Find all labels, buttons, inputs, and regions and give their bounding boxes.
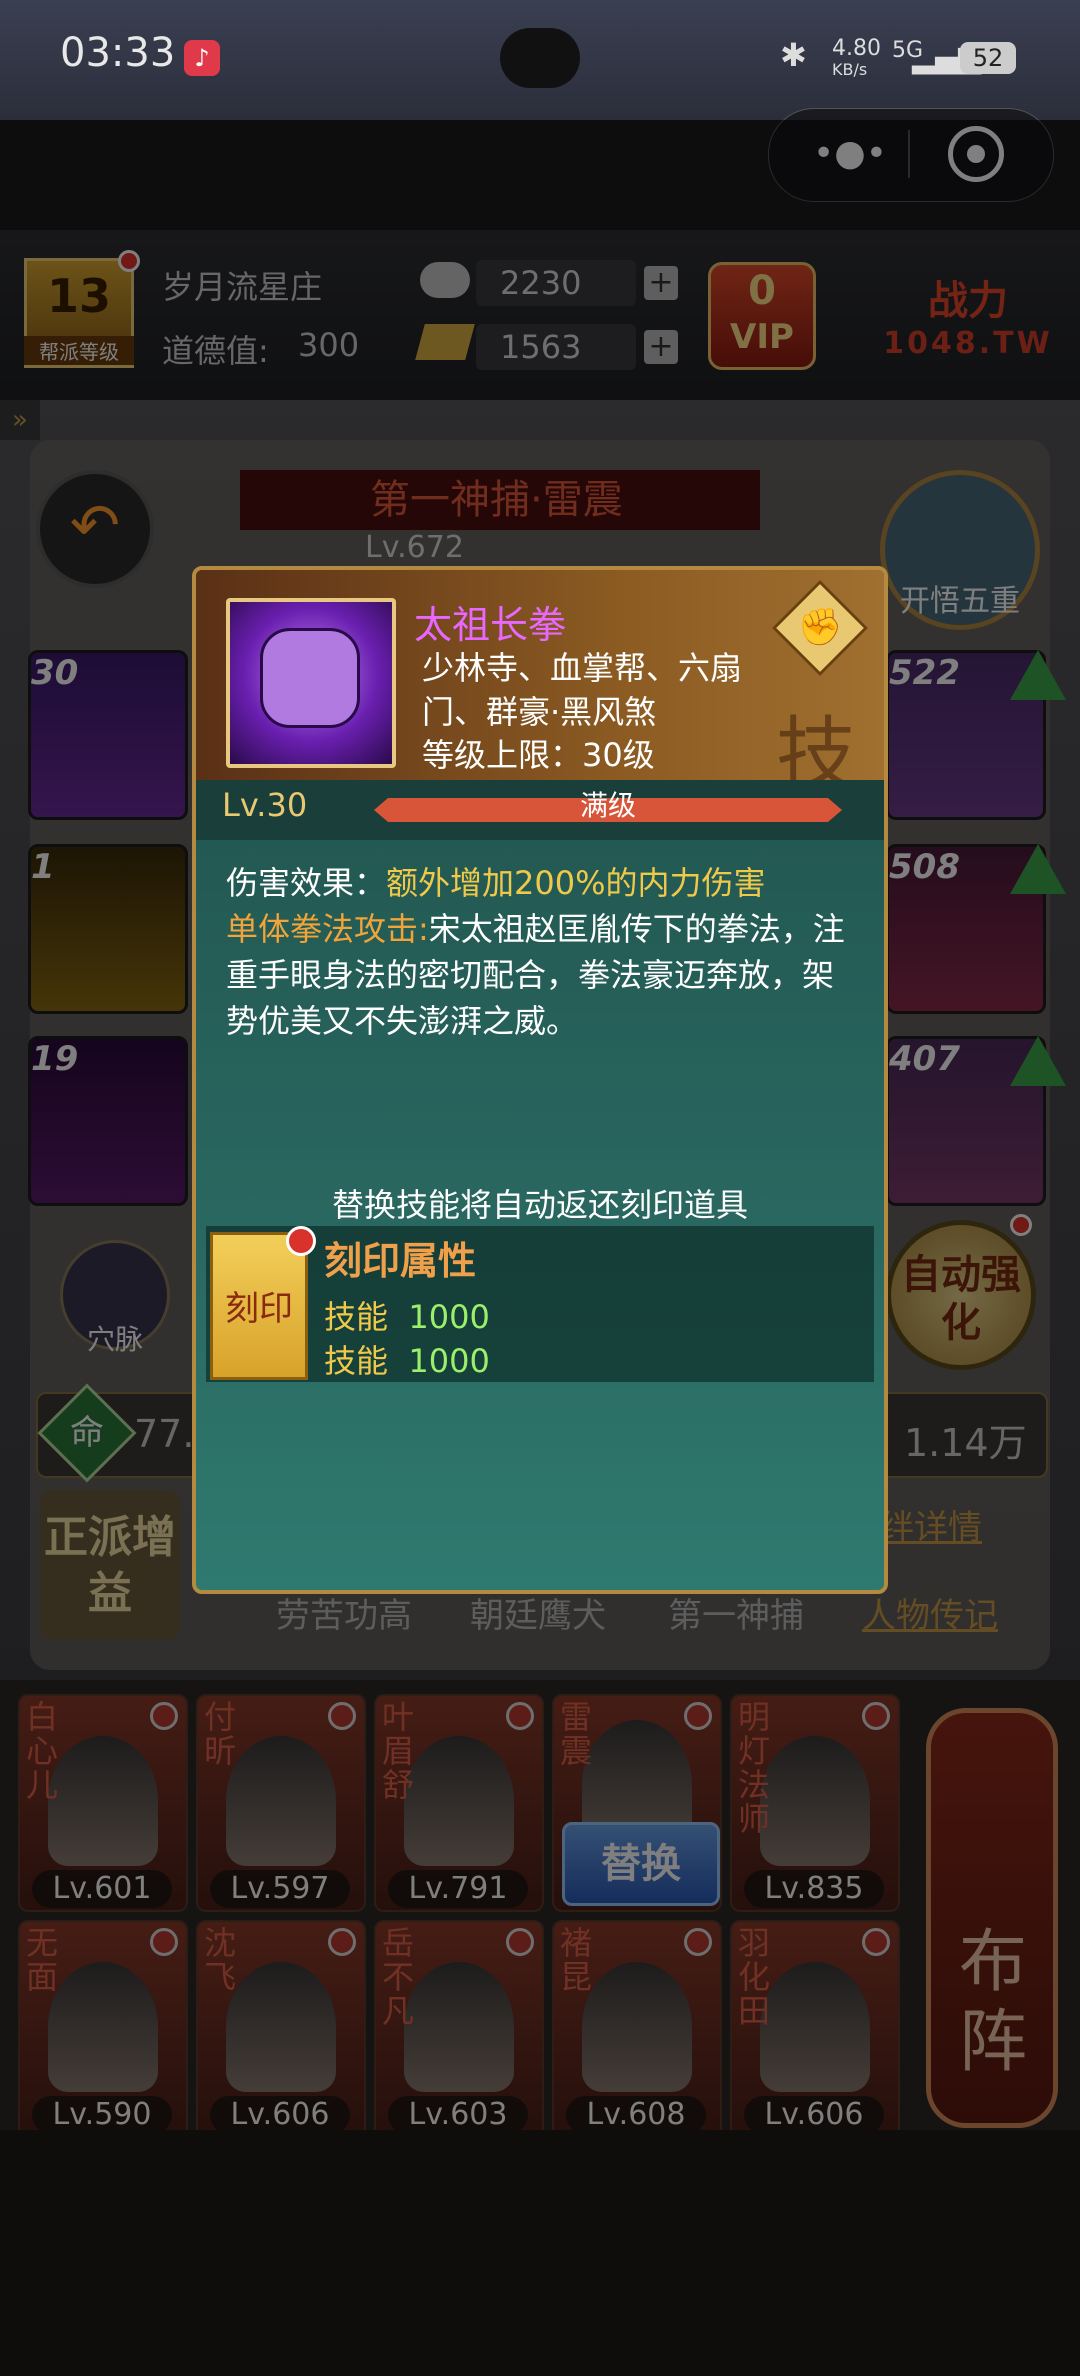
skill-detail-modal: 技 太祖长拳 少林寺、血掌帮、六扇门、群豪·黑风煞 等级上限：30级 ✊ Lv.… (192, 566, 888, 1594)
stamp-attributes-title: 刻印属性 (324, 1239, 477, 1283)
stamp-attribute: 技能 1000 (324, 1336, 490, 1382)
attribute-name: 技能 (324, 1342, 389, 1380)
level-status: 满级 (579, 789, 636, 822)
stamp-attribute: 技能 1000 (324, 1292, 490, 1338)
fist-icon (260, 628, 360, 728)
tiktok-notification-icon: ♪ (184, 40, 220, 76)
skill-type-watermark: 技 (776, 708, 856, 801)
network-speed: 4.80 (832, 36, 881, 61)
attribute-name: 技能 (324, 1298, 389, 1336)
attack-type: 单体拳法攻击: (226, 910, 429, 948)
skill-level-cap: 等级上限：30级 (422, 736, 655, 774)
status-time: 03:33 (60, 30, 176, 76)
replace-note: 替换技能将自动返还刻印道具 (331, 1186, 748, 1224)
damage-label: 伤害效果： (226, 864, 387, 902)
skill-name: 太祖长拳 (414, 603, 567, 647)
battery-indicator: 52 (960, 42, 1016, 74)
skill-level: Lv.30 (222, 786, 308, 824)
skill-sects: 少林寺、血掌帮、六扇门、群豪·黑风煞 (422, 649, 743, 731)
camera-notch (500, 28, 580, 88)
network-speed-unit: KB/s (832, 60, 868, 79)
attribute-value: 1000 (408, 1342, 490, 1380)
attribute-value: 1000 (408, 1298, 490, 1336)
notification-dot (286, 1226, 316, 1256)
bluetooth-icon: ✱ (780, 36, 807, 74)
skill-description-block: 伤害效果：额外增加200%的内力伤害 单体拳法攻击:宋太祖赵匡胤传下的拳法，注重… (226, 860, 862, 1044)
fist-badge-icon: ✊ (797, 607, 843, 648)
damage-value: 额外增加200%的内力伤害 (386, 864, 766, 902)
